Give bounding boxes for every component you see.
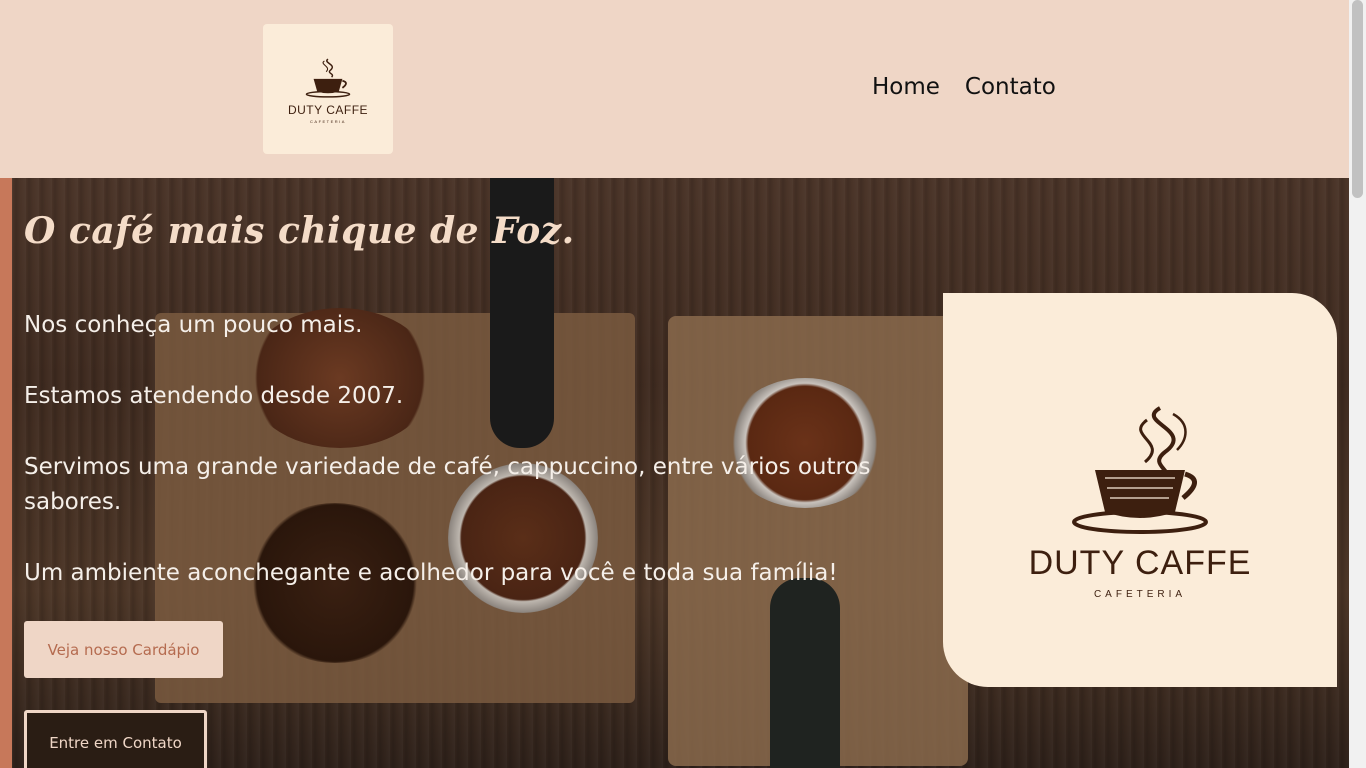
header-logo-name: DUTY CAFFE [287, 102, 369, 117]
hero-logo-name: DUTY CAFFE [1028, 544, 1252, 582]
main-nav: Home Contato [872, 74, 1056, 100]
intro-paragraph: Nos conheça um pouco mais. [24, 312, 363, 338]
header-logo-subtitle: CAFETERIA [310, 118, 346, 124]
intro-paragraph: Servimos uma grande variedade de café, c… [24, 454, 871, 515]
menu-button[interactable]: Veja nosso Cardápio [24, 621, 223, 678]
nav-contato-link[interactable]: Contato [965, 74, 1056, 100]
header-logo[interactable]: DUTY CAFFE CAFETERIA [263, 24, 393, 154]
hero-section: O café mais chique de Foz. Nos conheça u… [0, 178, 1349, 768]
nav-home-link[interactable]: Home [872, 74, 940, 100]
page: DUTY CAFFE CAFETERIA Home Contato O café… [0, 0, 1349, 768]
hero-logo-card: DUTY CAFFE CAFETERIA [943, 293, 1337, 687]
hero-accent-bar [0, 178, 12, 768]
intro-paragraph: Estamos atendendo desde 2007. [24, 383, 404, 409]
hero-logo-subtitle: CAFETERIA [1093, 589, 1187, 600]
intro-paragraph: Um ambiente aconchegante e acolhedor par… [24, 560, 838, 586]
hero-intro: Nos conheça um pouco mais. Estamos atend… [24, 308, 924, 627]
hero-tagline: O café mais chique de Foz. [24, 210, 575, 252]
scrollbar-thumb[interactable] [1352, 0, 1363, 198]
contact-button[interactable]: Entre em Contato [24, 710, 207, 768]
site-header: DUTY CAFFE CAFETERIA Home Contato [0, 0, 1349, 178]
coffee-cup-logo-icon [1072, 406, 1208, 534]
page-scrollbar[interactable] [1349, 0, 1366, 768]
coffee-cup-logo-icon [305, 58, 351, 98]
